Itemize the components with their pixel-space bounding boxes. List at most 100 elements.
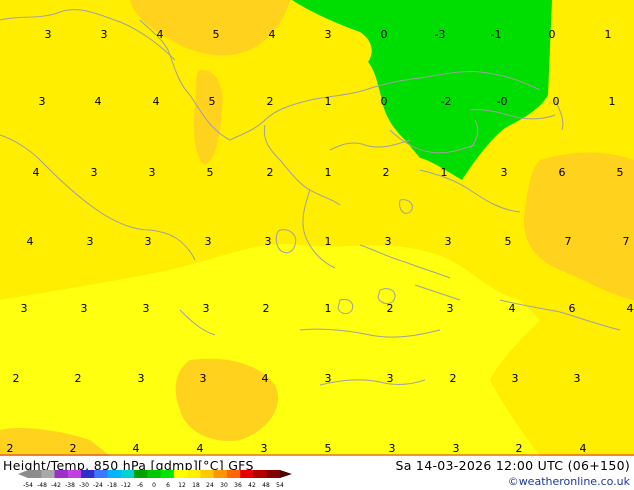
colorbar-tick-label: 30 (220, 482, 228, 489)
temperature-label: 4 (33, 166, 40, 179)
temperature-label: 3 (325, 28, 332, 41)
temperature-label: 3 (143, 302, 150, 315)
colorbar-tick-label: -30 (79, 482, 89, 489)
colorbar-tick-label: 54 (276, 482, 284, 489)
temperature-label: 6 (559, 166, 566, 179)
colorbar-segment (67, 470, 82, 478)
credit-link[interactable]: ©weatheronline.co.uk (508, 475, 630, 488)
temperature-label: 4 (627, 302, 634, 315)
temperature-label: 3 (21, 302, 28, 315)
colorbar-arrow-right (280, 470, 292, 478)
temperature-label: 3 (574, 372, 581, 385)
temperature-label: 2 (13, 372, 20, 385)
temperature-label: 2 (70, 442, 77, 455)
temperature-label: 0 (381, 28, 388, 41)
colorbar-tick-label: -38 (65, 482, 75, 489)
temperature-label: 4 (133, 442, 140, 455)
temperature-label: 3 (81, 302, 88, 315)
temperature-label: -3 (435, 28, 446, 41)
temperature-label: 3 (138, 372, 145, 385)
colorbar-tick-label: 24 (206, 482, 214, 489)
temperature-label: 7 (623, 235, 630, 248)
temperature-label: -2 (441, 95, 452, 108)
colorbar-segment (173, 470, 188, 478)
temperature-label: 4 (509, 302, 516, 315)
colorbar-tick-label: -12 (121, 482, 131, 489)
temperature-label: 3 (45, 28, 52, 41)
temperature-map: 3 3 4 5 4 3 0 -3 -1 0 1 3 4 4 5 2 1 0 -2 -0 0 1 4 3 3 5 2 1 2 1 3 6 5 4 3 3… (0, 0, 634, 456)
temperature-label: 2 (387, 302, 394, 315)
colorbar-segment (200, 470, 214, 478)
colorbar-segment (213, 470, 228, 478)
temperature-label: 3 (445, 235, 452, 248)
temperature-label: 1 (441, 166, 448, 179)
colorbar-segment (41, 470, 55, 478)
colorbar-segment (160, 470, 175, 478)
temperature-label: 3 (501, 166, 508, 179)
temperature-label: 6 (569, 302, 576, 315)
temperature-label: 3 (205, 235, 212, 248)
colorbar-segment (240, 470, 254, 478)
colorbar-tick-label: -42 (51, 482, 61, 489)
temperature-label: 5 (617, 166, 624, 179)
temperature-label: 4 (95, 95, 102, 108)
colorbar-tick-label: -6 (137, 482, 143, 489)
temperature-label: 3 (453, 442, 460, 455)
valid-datetime: Sa 14-03-2026 12:00 UTC (06+150) (395, 458, 630, 473)
colorbar-tick-label: 0 (152, 482, 156, 489)
colorbar-segment (94, 470, 108, 478)
temperature-label: 4 (27, 235, 34, 248)
colorbar-tick-label: -24 (93, 482, 103, 489)
temperature-label: 3 (387, 372, 394, 385)
colorbar-tick-label: -18 (107, 482, 117, 489)
temperature-label: 1 (325, 95, 332, 108)
colorbar-tick-label: 18 (192, 482, 200, 489)
temperature-label: 4 (197, 442, 204, 455)
temperature-label: 3 (87, 235, 94, 248)
colorbar-segment (226, 470, 241, 478)
temperature-label: 2 (267, 95, 274, 108)
temperature-label: 1 (605, 28, 612, 41)
temperature-label: 3 (385, 235, 392, 248)
colorbar-tick-label: 48 (262, 482, 270, 489)
temperature-label: 2 (516, 442, 523, 455)
temperature-label: 3 (101, 28, 108, 41)
temperature-label: 3 (200, 372, 207, 385)
temperature-label: 2 (263, 302, 270, 315)
temperature-label: -1 (491, 28, 502, 41)
colorbar-tick-label: 42 (248, 482, 256, 489)
colorbar-segment (28, 470, 42, 478)
temperature-label: 7 (565, 235, 572, 248)
temperature-label: 4 (153, 95, 160, 108)
temperature-label: 1 (609, 95, 616, 108)
temperature-label: 3 (389, 442, 396, 455)
temperature-label: 0 (381, 95, 388, 108)
colorbar-tick-label: 36 (234, 482, 242, 489)
temperature-label: 3 (203, 302, 210, 315)
temperature-label: 2 (75, 372, 82, 385)
temperature-label: 2 (267, 166, 274, 179)
colorbar-segment (107, 470, 122, 478)
temperature-label: 3 (39, 95, 46, 108)
temperature-label: 3 (261, 442, 268, 455)
colorbar-segment (253, 470, 268, 478)
temperature-label: 3 (265, 235, 272, 248)
temperature-label: 5 (207, 166, 214, 179)
temperature-label: 5 (209, 95, 216, 108)
temperature-label: 2 (450, 372, 457, 385)
colorbar-tick-label: -54 (23, 482, 33, 489)
temperature-label: 5 (505, 235, 512, 248)
temperature-label: 3 (149, 166, 156, 179)
colorbar: -54 -48 -42 -38 -30 -24 -18 -12 -6 0 6 12 18 24 30 36 42… (18, 470, 292, 489)
temperature-label: 2 (383, 166, 390, 179)
colorbar-segment (120, 470, 135, 478)
temperature-label: 3 (325, 372, 332, 385)
temperature-label: 5 (325, 442, 332, 455)
temperature-label: 4 (157, 28, 164, 41)
temperature-label: 4 (269, 28, 276, 41)
colorbar-tick-label: 12 (178, 482, 186, 489)
colorbar-tick-label: 6 (166, 482, 170, 489)
colorbar-segment (134, 470, 148, 478)
colorbar-segment (81, 470, 95, 478)
footer: Height/Temp. 850 hPa [gdmp][°C] GFS Sa 1… (0, 456, 634, 490)
